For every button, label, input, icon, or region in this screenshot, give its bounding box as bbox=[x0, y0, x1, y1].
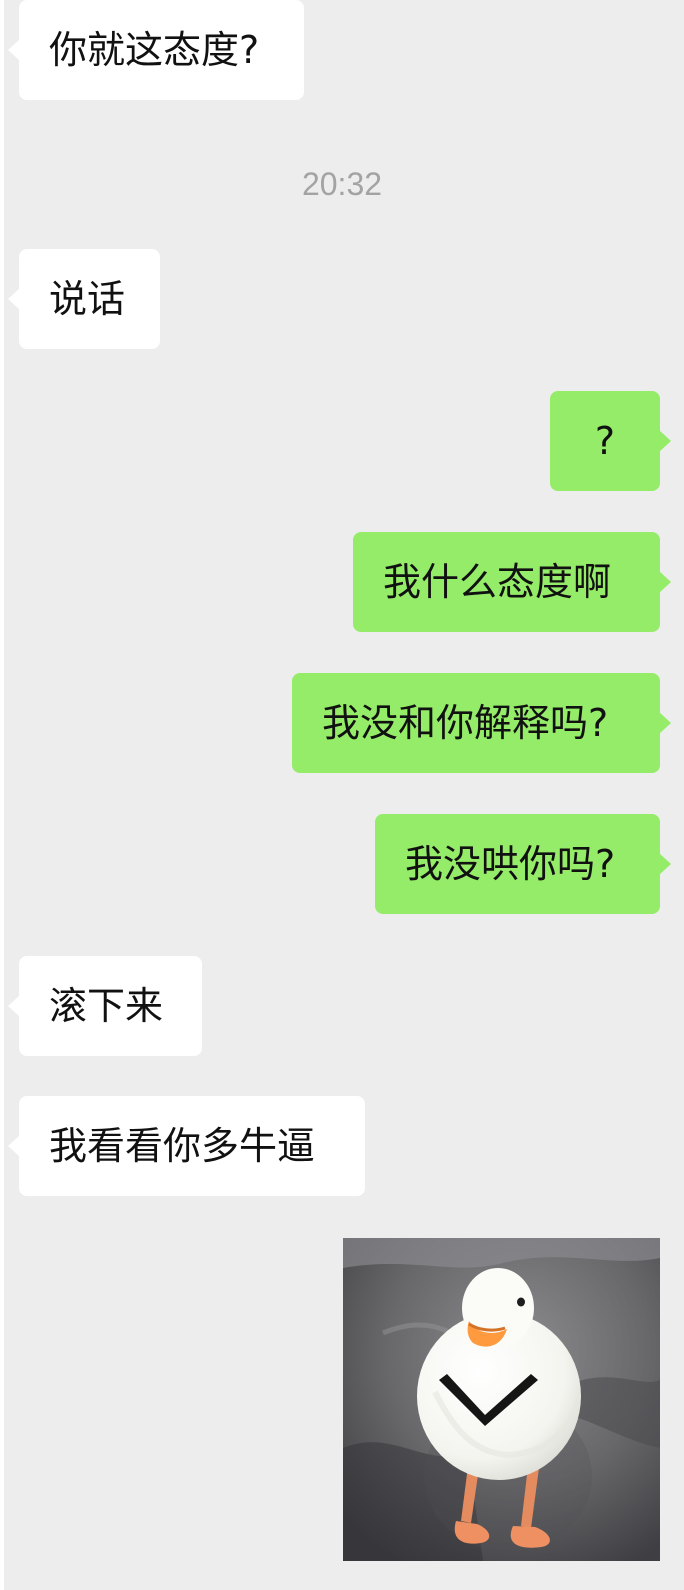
incoming-message-bubble[interactable]: 我看看你多牛逼 bbox=[8, 1096, 365, 1196]
chat-conversation: 你就这态度? 20:32 说话 ? 我什么态度啊 我没和你解释吗? 我没哄你吗?… bbox=[0, 0, 684, 1590]
screen-left-edge bbox=[0, 0, 4, 1590]
outgoing-message-bubble[interactable]: 我什么态度啊 bbox=[353, 532, 671, 632]
outgoing-message-bubble[interactable]: ? bbox=[550, 391, 671, 491]
incoming-message-bubble[interactable]: 滚下来 bbox=[8, 956, 202, 1056]
incoming-message-bubble[interactable]: 说话 bbox=[8, 249, 160, 349]
incoming-message-bubble[interactable]: 你就这态度? bbox=[8, 0, 304, 100]
outgoing-message-bubble[interactable]: 我没和你解释吗? bbox=[292, 673, 671, 773]
duck-sticker-image[interactable] bbox=[343, 1238, 660, 1561]
message-timestamp: 20:32 bbox=[301, 166, 383, 202]
outgoing-message-bubble[interactable]: 我没哄你吗? bbox=[375, 814, 671, 914]
